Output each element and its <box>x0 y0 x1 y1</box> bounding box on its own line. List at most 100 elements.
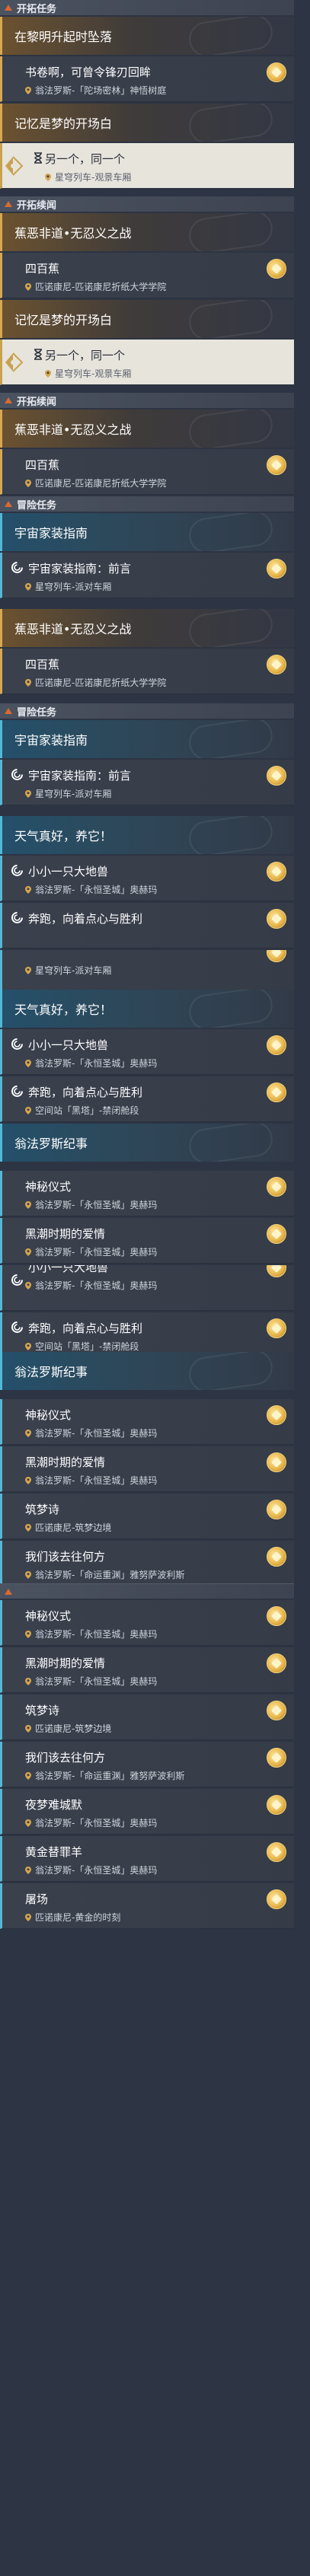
category-emblem-icon <box>187 609 275 647</box>
quest-item[interactable]: 书卷啊，可曾令锋刃回眸 翁法罗斯-「陀场密林」神悟树庭 <box>0 56 294 102</box>
quest-location: 空间站「黑塔」-禁闭舱段 <box>25 1340 139 1353</box>
category-title: 蕉恶非道•无忍义之战 <box>14 422 132 437</box>
quest-title: 书卷啊，可曾令锋刃回眸 <box>25 65 152 79</box>
quest-category[interactable]: 天气真好，养它！ <box>0 990 294 1028</box>
reward-icon <box>267 1265 286 1277</box>
quest-title: 我们该去往何方 <box>25 1550 106 1564</box>
quest-category[interactable]: 在黎明升起时坠落 <box>0 17 294 55</box>
hourglass-icon <box>33 152 44 164</box>
quest-category[interactable]: 记忆是梦的开场白 <box>0 104 294 142</box>
quest-location-text: 星穹列车-派对车厢 <box>35 789 112 799</box>
quest-item[interactable]: 我们该去往何方翁法罗斯-「命运重渊」雅努萨波利斯 <box>0 1742 294 1787</box>
quest-title: 另一个，同一个 <box>45 349 126 362</box>
quest-location-text: 翁法罗斯-「永恒圣城」奥赫玛 <box>35 1058 158 1069</box>
section-header[interactable]: 冒险任务 <box>0 703 294 719</box>
quest-category[interactable]: 宇宙家装指南 <box>0 720 294 758</box>
section-header[interactable]: 开拓续闻 <box>0 196 294 212</box>
quest-title: 四百蕉 <box>25 658 60 671</box>
quest-item[interactable]: 奔跑，向着点心与胜利 <box>0 903 294 948</box>
quest-swirl-icon <box>11 865 23 876</box>
quest-category[interactable]: 翁法罗斯纪事 <box>0 1352 294 1390</box>
quest-title: 四百蕉 <box>25 262 60 276</box>
quest-title: 神秘仪式 <box>25 1180 72 1194</box>
quest-location-text: 翁法罗斯-「命运重渊」雅努萨波利斯 <box>35 1771 185 1781</box>
section-header[interactable]: 冒险任务 <box>0 496 294 512</box>
quest-item[interactable]: 神秘仪式 翁法罗斯-「永恒圣城」奥赫玛 <box>0 1399 294 1445</box>
quest-title: 宇宙家装指南：前言 <box>28 562 132 575</box>
quest-item[interactable]: 黑潮时期的爱情 翁法罗斯-「永恒圣城」奥赫玛 <box>0 1647 294 1693</box>
section-marker-icon <box>5 1588 12 1595</box>
reward-icon <box>267 909 286 929</box>
category-emblem-icon <box>187 17 275 55</box>
scroll-strip <box>294 0 310 2576</box>
quest-item[interactable]: 奔跑，向着点心与胜利 空间站「黑塔」-禁闭舱段 <box>0 1312 294 1358</box>
quest-item[interactable]: 我们该去往何方翁法罗斯-「命运重渊」雅努萨波利斯 <box>0 1541 294 1586</box>
quest-category[interactable]: 蕉恶非道•无忍义之战 <box>0 609 294 647</box>
category-title: 天气真好，养它！ <box>14 1003 113 1017</box>
quest-item[interactable]: 小小一只大地兽 翁法罗斯-「永恒圣城」奥赫玛 <box>0 1265 294 1311</box>
quest-location: 翁法罗斯-「永恒圣城」奥赫玛 <box>25 1198 157 1211</box>
quest-location-text: 翁法罗斯-「命运重渊」雅努萨波利斯 <box>35 1570 185 1580</box>
quest-location-text: 匹诺康尼-筑梦边境 <box>35 1723 112 1734</box>
quest-item[interactable]: 神秘仪式 翁法罗斯-「永恒圣城」奥赫玛 <box>0 1600 294 1646</box>
quest-swirl-icon <box>11 562 23 573</box>
quest-title: 奔跑，向着点心与胜利 <box>28 1086 143 1099</box>
quest-item[interactable]: 四百蕉 匹诺康尼-匹诺康尼折纸大学学院 <box>0 253 294 298</box>
quest-location-text: 匹诺康尼-匹诺康尼折纸大学学院 <box>35 677 167 688</box>
quest-item[interactable]: 四百蕉 匹诺康尼-匹诺康尼折纸大学学院 <box>0 449 294 495</box>
quest-item[interactable]: 小小一只大地兽翁法罗斯-「永恒圣城」奥赫玛 <box>0 856 294 901</box>
reward-icon <box>267 1035 286 1055</box>
quest-item[interactable]: 小小一只大地兽 翁法罗斯-「永恒圣城」奥赫玛 <box>0 1029 294 1075</box>
quest-item[interactable]: 夜梦难城默 翁法罗斯-「永恒圣城」奥赫玛 <box>0 1789 294 1835</box>
quest-title: 黑潮时期的爱情 <box>25 1227 106 1241</box>
quest-category[interactable]: 翁法罗斯纪事 <box>0 1124 294 1162</box>
reward-icon <box>267 1318 286 1338</box>
quest-location: 星穹列车-派对车厢 <box>25 964 111 977</box>
category-emblem-icon <box>187 213 275 251</box>
quest-item[interactable]: 四百蕉匹诺康尼-匹诺康尼折纸大学学院 <box>0 649 294 694</box>
quest-item[interactable]: 黑潮时期的爱情翁法罗斯-「永恒圣城」奥赫玛 <box>0 1218 294 1264</box>
reward-icon <box>267 766 286 786</box>
category-title: 天气真好，养它！ <box>14 829 113 843</box>
reward-icon <box>267 455 286 475</box>
quest-item[interactable]: 宇宙家装指南：前言 星穹列车-派对车厢 <box>0 553 294 598</box>
quest-title: 黑潮时期的爱情 <box>25 1455 106 1469</box>
quest-item[interactable]: 奔跑，向着点心与胜利 空间站「黑塔」-禁闭舱段 <box>0 1076 294 1122</box>
quest-category[interactable]: 宇宙家装指南 <box>0 513 294 551</box>
quest-location: 翁法罗斯-「永恒圣城」奥赫玛 <box>25 1474 157 1487</box>
category-emblem-icon <box>187 816 275 854</box>
quest-item[interactable]: 神秘仪式翁法罗斯-「永恒圣城」奥赫玛 <box>0 1171 294 1216</box>
quest-location: 星穹列车-派对车厢 <box>25 580 111 593</box>
quest-location: 翁法罗斯-「永恒圣城」奥赫玛 <box>25 1863 157 1876</box>
quest-item[interactable]: 屠场 匹诺康尼-黄金的时刻 <box>0 1883 294 1929</box>
quest-category[interactable]: 记忆是梦的开场白 <box>0 300 294 338</box>
quest-category[interactable]: 蕉恶非道•无忍义之战 <box>0 410 294 448</box>
reward-icon <box>267 1653 286 1673</box>
quest-title: 我们该去往何方 <box>25 1751 106 1765</box>
section-header[interactable]: 开拓续闻 <box>0 393 294 408</box>
quest-title: 神秘仪式 <box>25 1408 72 1422</box>
quest-location: 翁法罗斯-「永恒圣城」奥赫玛 <box>25 1816 157 1829</box>
quest-item[interactable]: 筑梦诗 匹诺康尼-筑梦边境 <box>0 1494 294 1539</box>
quest-item-selected[interactable]: 另一个，同一个 星穹列车-观景车厢 <box>0 340 294 385</box>
quest-location: 翁法罗斯-「永恒圣城」奥赫玛 <box>25 1675 157 1688</box>
quest-location-text: 翁法罗斯-「永恒圣城」奥赫玛 <box>35 885 158 895</box>
quest-category[interactable]: 蕉恶非道•无忍义之战 <box>0 213 294 251</box>
quest-category[interactable]: 天气真好，养它！ <box>0 816 294 854</box>
quest-location: 翁法罗斯-「永恒圣城」奥赫玛 <box>25 1279 157 1292</box>
quest-location-text: 翁法罗斯-「永恒圣城」奥赫玛 <box>35 1676 158 1687</box>
section-header[interactable]: 开拓任务 <box>0 0 294 15</box>
quest-title: 小小一只大地兽 <box>28 865 109 878</box>
category-emblem-icon <box>187 990 275 1028</box>
section-header[interactable] <box>0 1583 294 1599</box>
reward-icon <box>267 1082 286 1102</box>
quest-location: 翁法罗斯-「永恒圣城」奥赫玛 <box>25 1245 157 1258</box>
quest-item[interactable]: 黄金替罪羊 翁法罗斯-「永恒圣城」奥赫玛 <box>0 1836 294 1882</box>
tracking-marker-icon <box>2 149 34 183</box>
quest-item[interactable]: 宇宙家装指南：前言 星穹列车-派对车厢 <box>0 760 294 805</box>
section-marker-icon <box>5 5 12 11</box>
quest-item-selected[interactable]: 另一个，同一个 星穹列车-观景车厢 <box>0 143 294 189</box>
quest-item[interactable]: 星穹列车-派对车厢 <box>0 950 294 996</box>
quest-item[interactable]: 筑梦诗 匹诺康尼-筑梦边境 <box>0 1694 294 1740</box>
quest-item[interactable]: 黑潮时期的爱情翁法罗斯-「永恒圣城」奥赫玛 <box>0 1446 294 1492</box>
